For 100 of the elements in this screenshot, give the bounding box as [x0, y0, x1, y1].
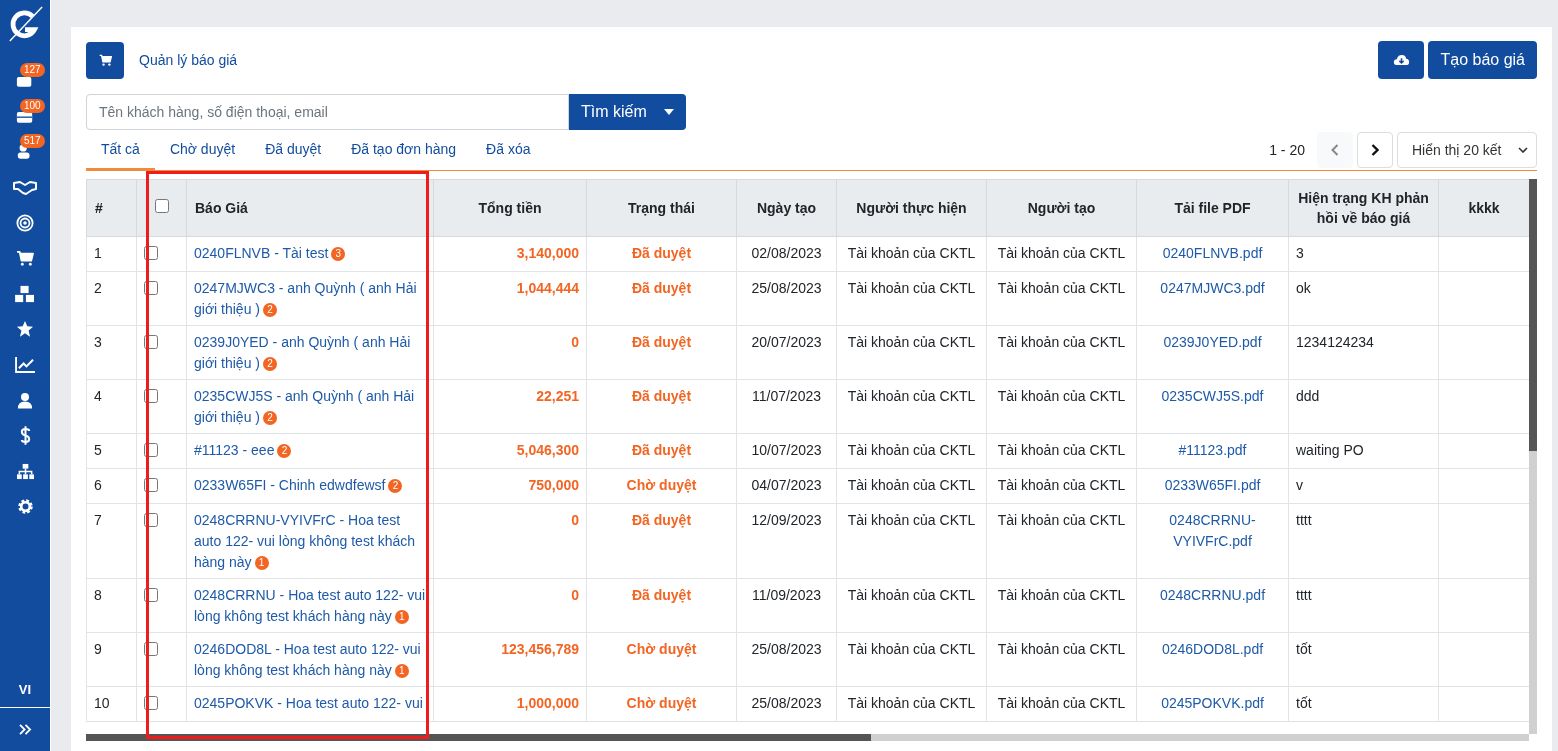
- page-range: 1 - 20: [1269, 142, 1305, 158]
- dollar-icon[interactable]: [19, 426, 31, 446]
- assignee-cell: Tài khoản của CKTL: [847, 587, 976, 603]
- filter-tab[interactable]: Đã tạo đơn hàng: [336, 130, 472, 170]
- star-icon[interactable]: [16, 320, 34, 339]
- row-number: 8: [86, 578, 137, 633]
- chevron-down-icon: [1518, 147, 1528, 153]
- assignee-cell: Tài khoản của CKTL: [847, 388, 976, 404]
- total-amount: 22,251: [536, 388, 579, 404]
- total-amount: 3,140,000: [516, 245, 579, 261]
- search-button[interactable]: Tìm kiếm: [569, 94, 686, 130]
- feedback-cell: tttt: [1296, 512, 1312, 528]
- row-number: 3: [86, 325, 137, 380]
- settings-icon[interactable]: [16, 498, 34, 516]
- count-badge: 1: [254, 556, 269, 570]
- feedback-cell: v: [1296, 477, 1303, 493]
- assignee-cell: Tài khoản của CKTL: [847, 280, 976, 296]
- cart-icon[interactable]: [16, 250, 34, 267]
- column-header: Ngày tạo: [736, 179, 837, 237]
- sitemap-icon[interactable]: [15, 462, 35, 480]
- download-button[interactable]: [1378, 41, 1425, 79]
- user-icon[interactable]: [17, 391, 33, 409]
- language-label[interactable]: VI: [18, 682, 32, 697]
- creator-cell: Tài khoản của CKTL: [997, 442, 1126, 458]
- creator-cell: Tài khoản của CKTL: [997, 334, 1126, 350]
- count-badge: 2: [263, 411, 277, 425]
- feedback-cell: 1234124234: [1296, 334, 1374, 350]
- status-label: Đã duyệt: [631, 245, 692, 261]
- feedback-cell: waiting PO: [1296, 442, 1364, 458]
- column-header: Tổng tiền: [433, 179, 587, 237]
- feedback-cell: tốt: [1296, 641, 1312, 657]
- row-number: 1: [86, 236, 137, 272]
- creator-cell: Tài khoản của CKTL: [997, 587, 1126, 603]
- double-chevron-icon[interactable]: [18, 724, 32, 735]
- cloud-download-icon: [1393, 54, 1410, 66]
- row-checkbox[interactable]: [144, 696, 158, 710]
- creator-cell: Tài khoản của CKTL: [997, 388, 1126, 404]
- row-number: 9: [86, 632, 137, 687]
- feedback-cell: tttt: [1296, 587, 1312, 603]
- row-checkbox[interactable]: [144, 513, 158, 527]
- feedback-cell: tốt: [1296, 695, 1312, 711]
- row-checkbox[interactable]: [144, 335, 158, 349]
- filter-tab[interactable]: Đã duyệt: [250, 130, 337, 170]
- count-badge: 3: [331, 247, 346, 261]
- vertical-scrollbar[interactable]: [1529, 179, 1537, 734]
- assignee-cell: Tài khoản của CKTL: [847, 442, 976, 458]
- column-header: Người tạo: [986, 179, 1137, 237]
- horizontal-scrollbar[interactable]: [86, 734, 1529, 741]
- creator-cell: Tài khoản của CKTL: [997, 280, 1126, 296]
- status-label: Đã duyệt: [631, 587, 692, 603]
- row-checkbox[interactable]: [144, 443, 158, 457]
- date-cell: 10/07/2023: [751, 442, 822, 458]
- date-cell: 04/07/2023: [751, 477, 822, 493]
- count-badge: 1: [394, 610, 409, 624]
- cubes-icon[interactable]: [14, 284, 36, 303]
- date-cell: 11/09/2023: [752, 587, 821, 603]
- row-checkbox[interactable]: [144, 478, 158, 492]
- status-label: Đã duyệt: [631, 388, 692, 404]
- column-header: #: [86, 179, 137, 237]
- count-badge: 517: [20, 134, 45, 148]
- date-cell: 02/08/2023: [751, 245, 822, 261]
- line-chart-icon[interactable]: [14, 356, 36, 374]
- select-all-checkbox[interactable]: [154, 199, 169, 213]
- assignee-cell: Tài khoản của CKTL: [847, 695, 976, 711]
- feedback-cell: 3: [1296, 245, 1304, 261]
- handshake-icon[interactable]: [13, 179, 37, 196]
- count-badge: 100: [20, 98, 45, 113]
- total-amount: 1,044,444: [516, 280, 579, 296]
- filter-tab[interactable]: Chờ duyệt: [154, 130, 251, 170]
- filter-tab[interactable]: Đã xóa: [471, 130, 546, 170]
- column-header: Người thực hiện: [836, 179, 987, 237]
- date-cell: 20/07/2023: [751, 334, 822, 350]
- total-amount: 0: [571, 587, 579, 603]
- caret-icon: [664, 109, 674, 115]
- column-header: Báo Giá: [186, 179, 434, 237]
- row-checkbox[interactable]: [144, 588, 158, 602]
- next-page-button[interactable]: [1357, 132, 1393, 168]
- row-number: 4: [86, 379, 137, 434]
- row-number: 5: [86, 433, 137, 469]
- status-label: Chờ duyệt: [626, 477, 697, 493]
- page-size-select[interactable]: Hiển thị 20 kết: [1397, 132, 1537, 168]
- status-label: Đã duyệt: [631, 512, 692, 528]
- creator-cell: Tài khoản của CKTL: [997, 477, 1126, 493]
- row-checkbox[interactable]: [144, 389, 158, 403]
- status-label: Đã duyệt: [631, 280, 692, 296]
- filter-tab[interactable]: Tất cả: [86, 130, 155, 170]
- row-number: 2: [86, 271, 137, 326]
- logo-icon[interactable]: [6, 5, 44, 43]
- search-field[interactable]: Tên khách hàng, số điện thoại, email: [86, 94, 569, 130]
- row-checkbox[interactable]: [144, 642, 158, 656]
- cart-button[interactable]: [86, 41, 124, 79]
- row-checkbox[interactable]: [144, 246, 158, 260]
- date-cell: 25/08/2023: [751, 641, 822, 657]
- assignee-cell: Tài khoản của CKTL: [847, 477, 976, 493]
- count-badge: 2: [388, 479, 403, 493]
- row-checkbox[interactable]: [144, 281, 158, 295]
- page-title-link[interactable]: Quản lý báo giá: [139, 52, 238, 68]
- count-badge: 127: [20, 63, 45, 77]
- target-icon[interactable]: [16, 213, 34, 232]
- create-quote-button[interactable]: Tạo báo giá: [1428, 41, 1537, 79]
